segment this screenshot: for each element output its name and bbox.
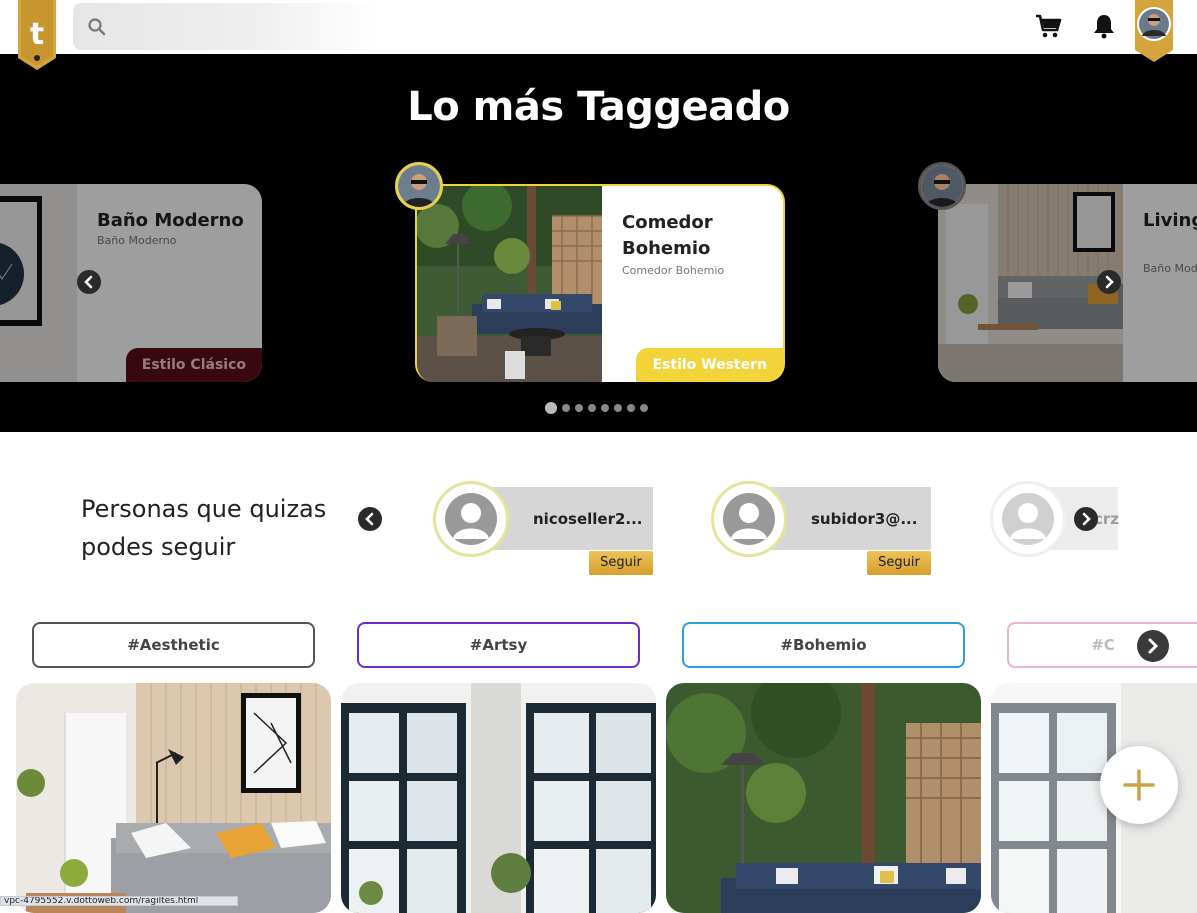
hero-carousel: Lo más Taggeado Baño Moderno Baño Modern… (0, 54, 1197, 432)
card-subtitle: Comedor Bohemio (622, 264, 725, 277)
person-suggestion[interactable]: subidor3@... Seguir (711, 481, 933, 579)
person-avatar[interactable] (711, 481, 787, 557)
taggeado-logo[interactable]: t (18, 0, 56, 70)
creator-avatar[interactable] (395, 162, 443, 210)
user-placeholder-icon (453, 503, 489, 539)
hero-title: Lo más Taggeado (407, 84, 790, 130)
hashtags-next-button[interactable] (1137, 630, 1169, 662)
gallery-image[interactable] (666, 683, 981, 913)
carousel-next-button[interactable] (1097, 270, 1121, 294)
hashtag-bohemio[interactable]: #Bohemio (682, 622, 965, 668)
hashtag-aesthetic[interactable]: #Aesthetic (32, 622, 315, 668)
pagination-dot[interactable] (614, 404, 622, 412)
person-avatar[interactable] (990, 481, 1066, 557)
person-suggestion[interactable]: crz (990, 481, 1120, 579)
people-next-button[interactable] (1074, 507, 1098, 531)
add-button[interactable] (1100, 746, 1178, 824)
card-title: Comedor Bohemio (622, 212, 713, 259)
top-bar: t (0, 0, 1197, 70)
gallery-image[interactable] (16, 683, 331, 913)
person-suggestion[interactable]: nicoseller2... Seguir (433, 481, 655, 579)
pagination-dot[interactable] (545, 402, 557, 414)
pagination-dot[interactable] (640, 404, 648, 412)
pagination-dot[interactable] (562, 404, 570, 412)
card-style-tag: Estilo Western (636, 348, 783, 382)
pagination-dot[interactable] (627, 404, 635, 412)
browser-status-url: vpc-4795552.v.dottoweb.com/ragiltes.html (0, 896, 238, 906)
search-icon (88, 18, 106, 36)
person-name: subidor3@... (811, 510, 918, 528)
people-prev-button[interactable] (358, 507, 382, 531)
carousel-card-right[interactable]: Living *2 Baño Mod E (938, 184, 1197, 382)
carousel-pagination (545, 402, 648, 414)
user-placeholder-icon (1010, 503, 1046, 539)
chevron-left-icon (365, 512, 374, 526)
chevron-right-icon (1082, 512, 1091, 526)
card-dim-overlay (0, 184, 262, 382)
plus-icon (1123, 769, 1155, 801)
cart-icon[interactable] (1034, 12, 1062, 40)
pagination-dot[interactable] (575, 404, 583, 412)
chevron-left-icon (84, 275, 93, 289)
carousel-card-center[interactable]: Comedor Bohemio Comedor Bohemio Estilo W… (415, 184, 785, 382)
carousel-card-left[interactable]: Baño Moderno Baño Moderno Estilo Clásico (0, 184, 262, 382)
user-avatar[interactable] (1135, 0, 1173, 62)
chevron-right-icon (1148, 638, 1159, 654)
svg-text:t: t (30, 17, 44, 52)
person-name: nicoseller2... (533, 510, 643, 528)
pagination-dot[interactable] (601, 404, 609, 412)
search-bar[interactable] (73, 3, 378, 50)
people-section-title: Personas que quizas podes seguir (81, 495, 327, 561)
follow-button[interactable]: Seguir (867, 551, 931, 575)
gallery-image[interactable] (341, 683, 656, 913)
card-image (417, 186, 602, 382)
chevron-right-icon (1105, 275, 1114, 289)
pagination-dot[interactable] (588, 404, 596, 412)
carousel-prev-button[interactable] (77, 270, 101, 294)
person-avatar[interactable] (433, 481, 509, 557)
hashtag-artsy[interactable]: #Artsy (357, 622, 640, 668)
follow-button[interactable]: Seguir (589, 551, 653, 575)
search-input[interactable] (117, 13, 357, 39)
card-dim-overlay (938, 184, 1197, 382)
bell-icon[interactable] (1090, 12, 1118, 40)
creator-avatar[interactable] (918, 162, 966, 210)
user-placeholder-icon (731, 503, 767, 539)
